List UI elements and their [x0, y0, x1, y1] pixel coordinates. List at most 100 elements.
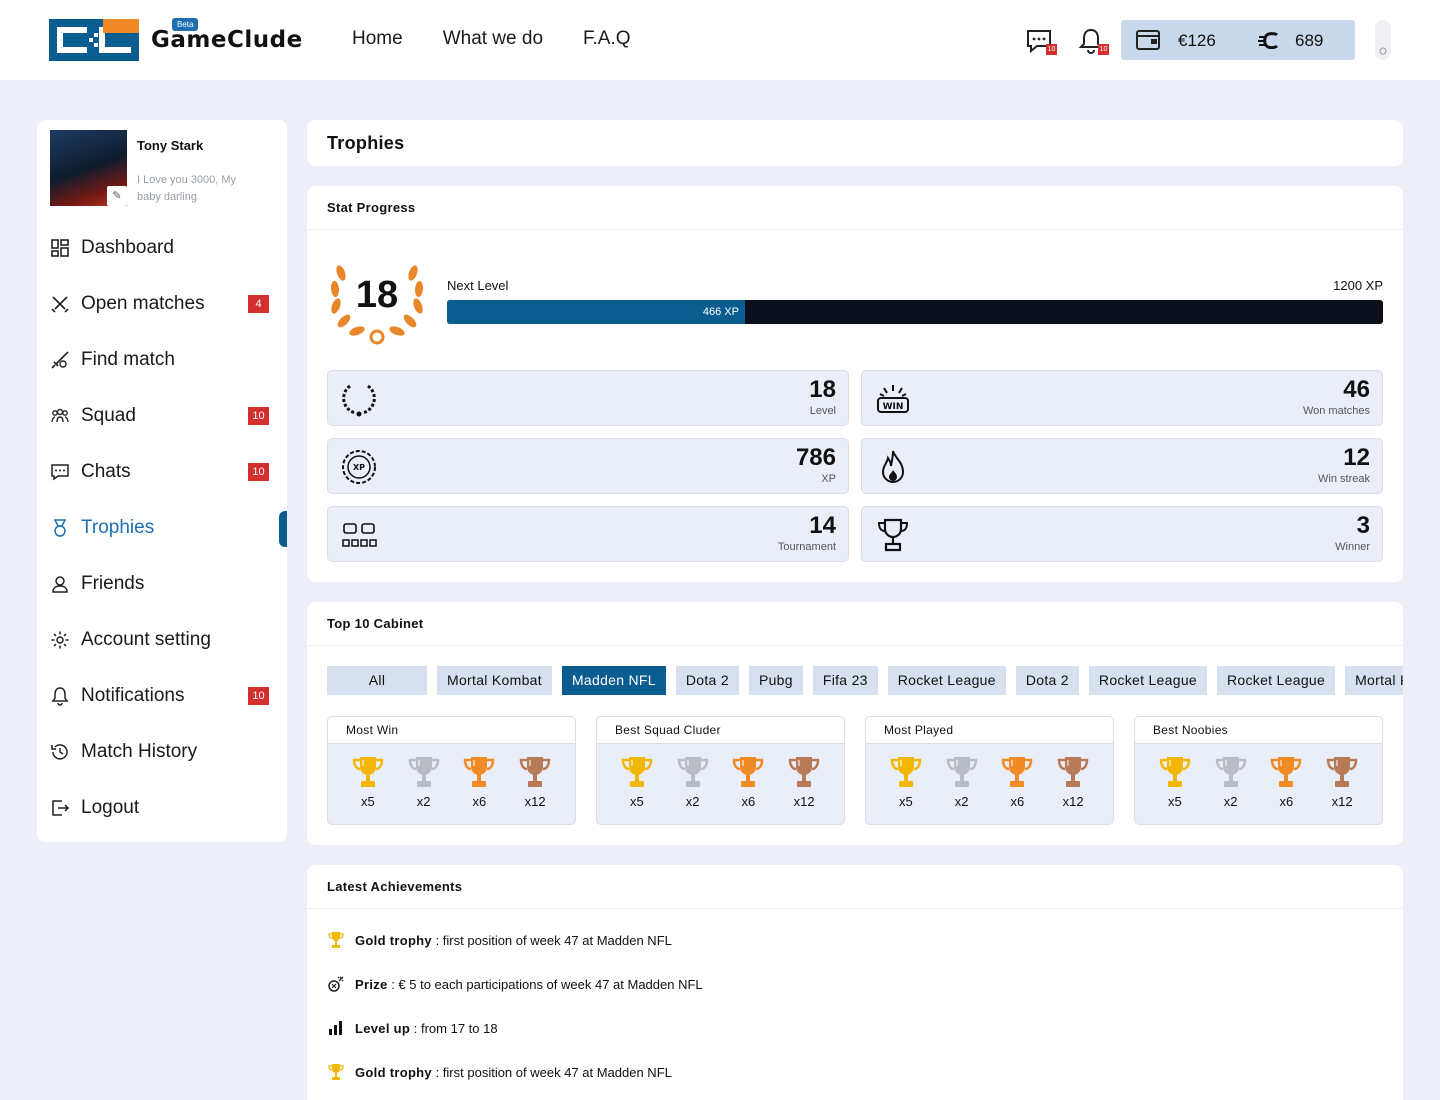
stat-tournament: 14 Tournament [327, 506, 849, 562]
cabinet-tab[interactable]: Fifa 23 [812, 666, 878, 695]
trophy-item: x12 [1053, 754, 1093, 809]
trophy-cabinet-box: Best Noobies x5 x2 x6 x12 [1134, 716, 1383, 825]
bell-icon [49, 685, 71, 707]
sidebar-item-logout[interactable]: Logout [49, 780, 287, 836]
sidebar-item-trophies[interactable]: Trophies [49, 500, 287, 556]
nav-home[interactable]: Home [352, 28, 403, 50]
trophy-cabinet-box: Best Squad Cluder x5 x2 x6 x12 [596, 716, 845, 825]
cabinet-tab[interactable]: Madden NFL [561, 666, 666, 695]
top-bar: GameClude Beta Home What we do F.A.Q 10 … [0, 0, 1440, 80]
max-xp-label: 1200 XP [1333, 278, 1383, 293]
cabinet-tab[interactable]: Dota 2 [675, 666, 739, 695]
trophy-count: x5 [1168, 794, 1182, 809]
trophy-item: x5 [886, 754, 926, 809]
cabinet-tab[interactable]: Mortal Kombat [1345, 666, 1403, 695]
sidebar-item-notifications[interactable]: Notifications 10 [49, 668, 287, 724]
trophy-item: x6 [997, 754, 1037, 809]
stat-progress-card: Stat Progress 18 Next Level 1200 XP 466 … [307, 186, 1403, 582]
medal-icon [49, 517, 71, 539]
settings-toggle[interactable] [1375, 20, 1391, 60]
cabinet-tab[interactable]: Dota 2 [1015, 666, 1079, 695]
cabinet-tab[interactable]: Mortal Kombat [437, 666, 552, 695]
trophy-icon [733, 757, 764, 787]
wallet[interactable]: €126 689 [1121, 20, 1355, 60]
achievement-text: : first position of week 47 at Madden NF… [431, 932, 672, 948]
cabinet-tab[interactable]: Rocket League [1088, 666, 1207, 695]
latest-achievements-card: Latest Achievements Gold trophy : first … [307, 865, 1403, 1100]
trophy-icon [1271, 757, 1302, 787]
flame-icon [881, 450, 905, 483]
trophy-item: x2 [673, 754, 713, 809]
sidebar-item-open-matches[interactable]: Open matches 4 [49, 276, 287, 332]
cabinet-tabs: All Mortal Kombat Madden NFL Dota 2 Pubg Fifa… [327, 666, 1403, 695]
trophy-item: x12 [784, 754, 824, 809]
achievement-item: Gold trophy : first position of week 47 … [327, 931, 672, 949]
xp-badge-icon: XP [342, 450, 376, 484]
trophy-icon [327, 931, 345, 949]
trophy-icon [621, 757, 653, 787]
sidebar-item-label: Open matches [81, 293, 205, 314]
cabinet-box-title: Best Noobies [1135, 717, 1382, 744]
chat-button[interactable]: 10 [1025, 27, 1057, 55]
cabinet-tab[interactable]: Rocket League [887, 666, 1006, 695]
sidebar-item-dashboard[interactable]: Dashboard [49, 220, 287, 276]
cabinet-tab[interactable]: All [327, 666, 427, 695]
sidebar-item-account-setting[interactable]: Account setting [49, 612, 287, 668]
trophy-icon [408, 757, 439, 787]
trophy-item: x12 [515, 754, 555, 809]
achievements-title: Latest Achievements [307, 865, 1403, 909]
stat-value: 786 [795, 444, 836, 471]
trophy-icon [1326, 757, 1358, 787]
chat-badge: 10 [1046, 44, 1057, 55]
edit-avatar-button[interactable]: ✎ [107, 186, 127, 206]
wallet-coins: 689 [1295, 31, 1324, 50]
trophy-item: x2 [942, 754, 982, 809]
sidebar-item-label: Logout [81, 797, 140, 818]
stat-label: Win streak [1318, 473, 1370, 485]
trophy-icon [890, 757, 922, 787]
nav-what-we-do[interactable]: What we do [443, 28, 543, 50]
sidebar-item-find-match[interactable]: Find match [49, 332, 287, 388]
logo-mark-icon [49, 19, 139, 61]
dashboard-icon [49, 237, 71, 259]
trophy-icon [327, 1063, 345, 1081]
achievement-item: Gold trophy : first position of week 47 … [327, 1063, 672, 1081]
squad-badge: 10 [248, 407, 269, 425]
stat-value: 12 [1343, 444, 1370, 471]
trophy-icon [946, 757, 977, 787]
stat-value: 18 [809, 376, 836, 403]
tournament-icon [342, 523, 377, 547]
logo[interactable]: GameClude Beta [49, 18, 303, 61]
cabinet-box-title: Most Win [328, 717, 575, 744]
history-icon [49, 741, 71, 763]
wreath-icon [342, 384, 376, 417]
sidebar-item-friends[interactable]: Friends [49, 556, 287, 612]
notification-button[interactable]: 10 [1077, 27, 1109, 55]
sidebar-item-label: Match History [81, 741, 198, 762]
achievement-item: Level up : from 17 to 18 [327, 1019, 498, 1037]
stat-label: Winner [1335, 541, 1370, 553]
trophy-count: x2 [1223, 794, 1238, 809]
sidebar-item-label: Chats [81, 461, 131, 482]
trophy-icon [677, 757, 708, 787]
achievement-label: Gold trophy [355, 1064, 432, 1080]
notifications-badge: 10 [248, 687, 269, 705]
cabinet-tab[interactable]: Pubg [748, 666, 803, 695]
pencil-icon: ✎ [112, 190, 122, 202]
nav-faq[interactable]: F.A.Q [583, 28, 631, 50]
wallet-money: €126 [1178, 31, 1216, 50]
trophy-count: x12 [524, 794, 546, 809]
avatar[interactable]: ✎ [50, 130, 127, 206]
trophy-icon [1215, 757, 1246, 787]
gear-icon [1379, 47, 1387, 55]
profile-bio: I Love you 3000, My baby darling [137, 174, 237, 203]
sidebar-item-match-history[interactable]: Match History [49, 724, 287, 780]
trophy-count: x2 [954, 794, 969, 809]
sidebar-item-squad[interactable]: Squad 10 [49, 388, 287, 444]
current-xp-label: 466 XP [702, 306, 739, 318]
trophy-icon [788, 757, 820, 787]
cabinet-tab[interactable]: Rocket League [1217, 666, 1336, 695]
profile-card: ✎ Tony Stark I Love you 3000, My baby da… [50, 130, 236, 206]
trophy-icon [464, 757, 495, 787]
sidebar-item-chats[interactable]: Chats 10 [49, 444, 287, 500]
